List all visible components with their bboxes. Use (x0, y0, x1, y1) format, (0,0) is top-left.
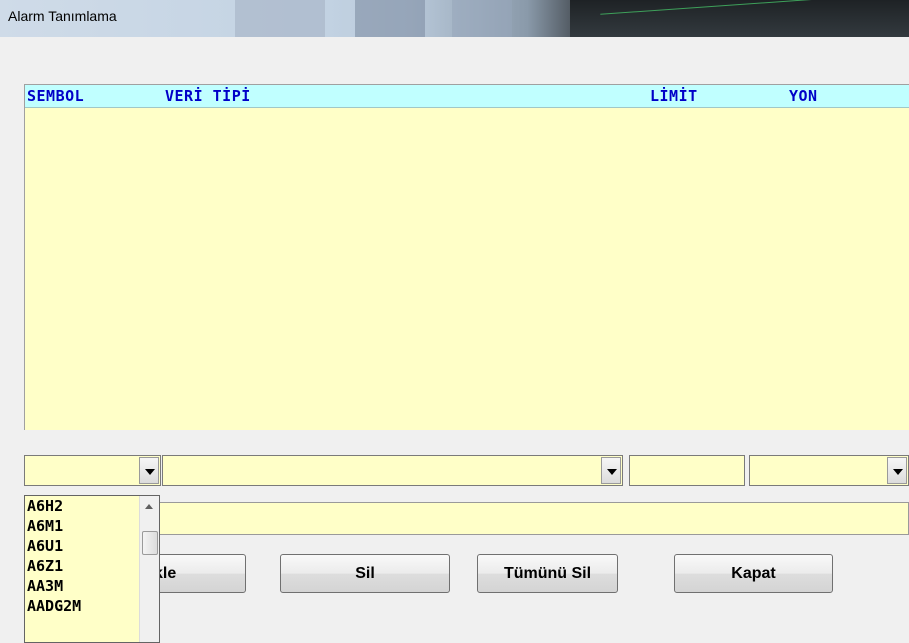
alarm-grid[interactable]: SEMBOL VERİ TİPİ LİMİT YON (24, 84, 909, 430)
column-header-symbol[interactable]: SEMBOL (27, 87, 84, 105)
delete-all-button-label: Tümünü Sil (503, 564, 592, 582)
column-header-limit[interactable]: LİMİT (650, 87, 698, 105)
chevron-down-icon (607, 469, 617, 475)
dropdown-scrollbar[interactable] (139, 496, 159, 642)
scroll-up-icon[interactable] (145, 504, 153, 509)
data-type-combo[interactable] (162, 455, 623, 486)
chevron-down-icon (893, 469, 903, 475)
data-type-combo-dropdown-button[interactable] (601, 457, 621, 484)
window-titlebar: Alarm Tanımlama (0, 0, 909, 37)
chevron-down-icon (145, 469, 155, 475)
delete-button-label: Sil (355, 564, 375, 582)
close-button[interactable]: Kapat (674, 554, 833, 593)
symbol-dropdown-list[interactable]: A6H2 A6M1 A6U1 A6Z1 AA3M AADG2M (24, 495, 160, 643)
close-button-label: Kapat (731, 564, 776, 582)
limit-input[interactable] (629, 455, 745, 486)
scrollbar-thumb[interactable] (142, 531, 158, 555)
symbol-combo[interactable] (24, 455, 161, 486)
column-header-data-type[interactable]: VERİ TİPİ (165, 87, 251, 105)
window-title: Alarm Tanımlama (8, 8, 117, 24)
direction-combo[interactable] (749, 455, 909, 486)
dialog-client-area: SEMBOL VERİ TİPİ LİMİT YON kle Sil Tümün… (0, 37, 909, 643)
delete-button[interactable]: Sil (280, 554, 450, 593)
delete-all-button[interactable]: Tümünü Sil (477, 554, 618, 593)
column-header-direction[interactable]: YON (789, 87, 818, 105)
symbol-combo-dropdown-button[interactable] (139, 457, 159, 484)
direction-combo-dropdown-button[interactable] (887, 457, 907, 484)
grid-header: SEMBOL VERİ TİPİ LİMİT YON (25, 85, 909, 108)
